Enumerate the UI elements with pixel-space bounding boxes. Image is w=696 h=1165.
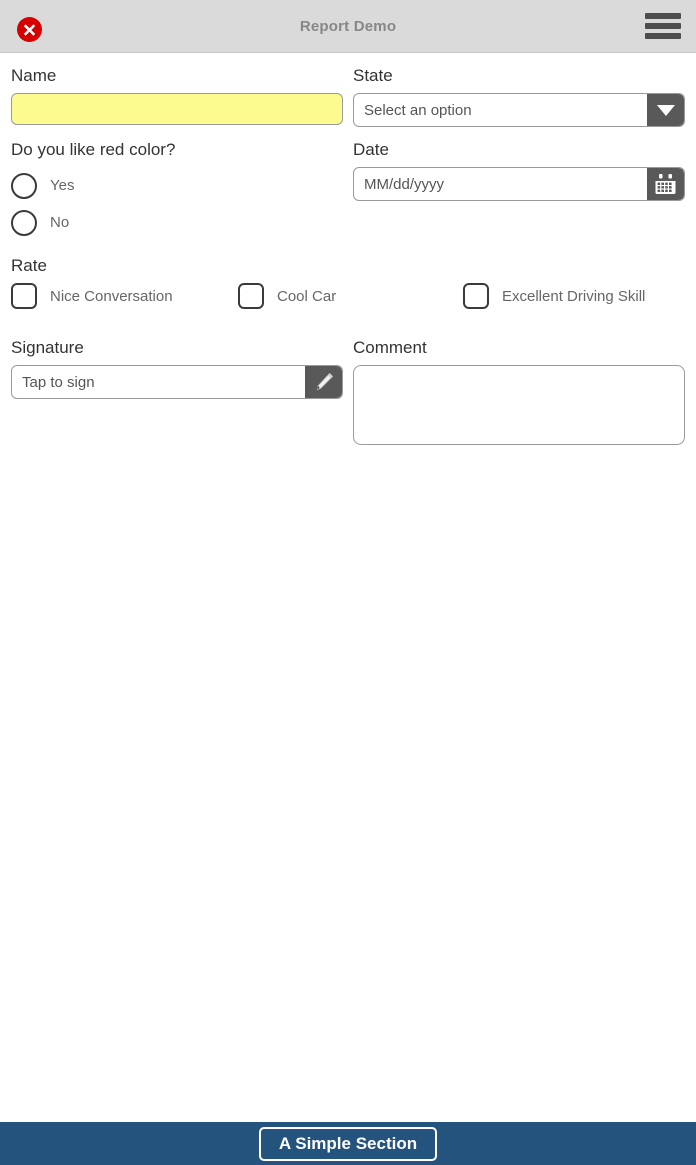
menu-bar-bottom xyxy=(645,33,681,39)
checkbox-nice-conversation[interactable] xyxy=(11,283,37,309)
radio-label-yes: Yes xyxy=(50,177,75,194)
red-color-question-label: Do you like red color? xyxy=(11,140,176,159)
close-icon[interactable] xyxy=(17,17,42,42)
rate-options: Nice Conversation Cool Car Excellent Dri… xyxy=(11,283,696,317)
state-select[interactable] xyxy=(353,93,685,127)
form-row-name-state: Name State xyxy=(0,53,696,127)
field-group-state: State xyxy=(348,53,696,127)
name-label: Name xyxy=(11,66,57,85)
checkbox-cool-car[interactable] xyxy=(238,283,264,309)
calendar-icon[interactable] xyxy=(647,168,684,200)
radio-option-no[interactable]: No xyxy=(11,204,343,241)
checkbox-option-cool-car[interactable]: Cool Car xyxy=(238,283,336,309)
checkbox-label-nice-conversation: Nice Conversation xyxy=(50,287,173,305)
radio-option-yes[interactable]: Yes xyxy=(11,167,343,204)
date-label: Date xyxy=(353,140,389,159)
field-group-name: Name xyxy=(0,53,348,127)
comment-textarea[interactable] xyxy=(353,365,685,445)
field-group-comment: Comment xyxy=(348,325,696,445)
signature-label: Signature xyxy=(11,338,84,357)
name-input[interactable] xyxy=(11,93,343,125)
pencil-icon[interactable] xyxy=(305,366,342,398)
form-row-signature-comment: Signature Comment xyxy=(0,325,696,445)
signature-input[interactable] xyxy=(12,366,305,398)
field-group-red-color: Do you like red color? Yes No xyxy=(0,127,348,241)
caret-shape xyxy=(656,104,675,116)
menu-bar-middle xyxy=(645,23,681,29)
comment-label: Comment xyxy=(353,338,427,357)
footer-bar: A Simple Section xyxy=(0,1122,696,1165)
checkbox-label-cool-car: Cool Car xyxy=(277,287,337,305)
field-group-date: Date xyxy=(348,127,696,241)
field-group-signature: Signature xyxy=(0,325,348,445)
field-group-rate: Rate Nice Conversation Cool Car Excellen… xyxy=(0,255,696,317)
page-title: Report Demo xyxy=(299,17,397,35)
section-button[interactable]: A Simple Section xyxy=(258,1126,438,1161)
signature-field[interactable] xyxy=(11,365,343,399)
radio-label-no: No xyxy=(50,214,70,231)
radio-circle-no[interactable] xyxy=(11,209,37,236)
rate-label: Rate xyxy=(11,256,47,275)
chevron-down-icon[interactable] xyxy=(647,94,684,126)
app-header: Report Demo xyxy=(0,0,696,53)
radio-circle-yes[interactable] xyxy=(11,172,37,199)
checkbox-option-nice-conversation[interactable]: Nice Conversation xyxy=(11,283,173,309)
date-input[interactable] xyxy=(354,168,647,200)
checkbox-label-excellent-driving-skill: Excellent Driving Skill xyxy=(502,287,646,305)
form-body: Name State Do you like red color? Yes No xyxy=(0,53,696,1122)
hamburger-menu-icon[interactable] xyxy=(645,10,681,42)
menu-bar-top xyxy=(645,13,681,19)
form-row-question-date: Do you like red color? Yes No Date xyxy=(0,127,696,241)
state-input[interactable] xyxy=(354,94,647,126)
checkbox-excellent-driving-skill[interactable] xyxy=(463,283,489,309)
state-label: State xyxy=(353,66,393,85)
date-picker[interactable] xyxy=(353,167,685,201)
checkbox-option-excellent-driving-skill[interactable]: Excellent Driving Skill xyxy=(463,283,645,309)
